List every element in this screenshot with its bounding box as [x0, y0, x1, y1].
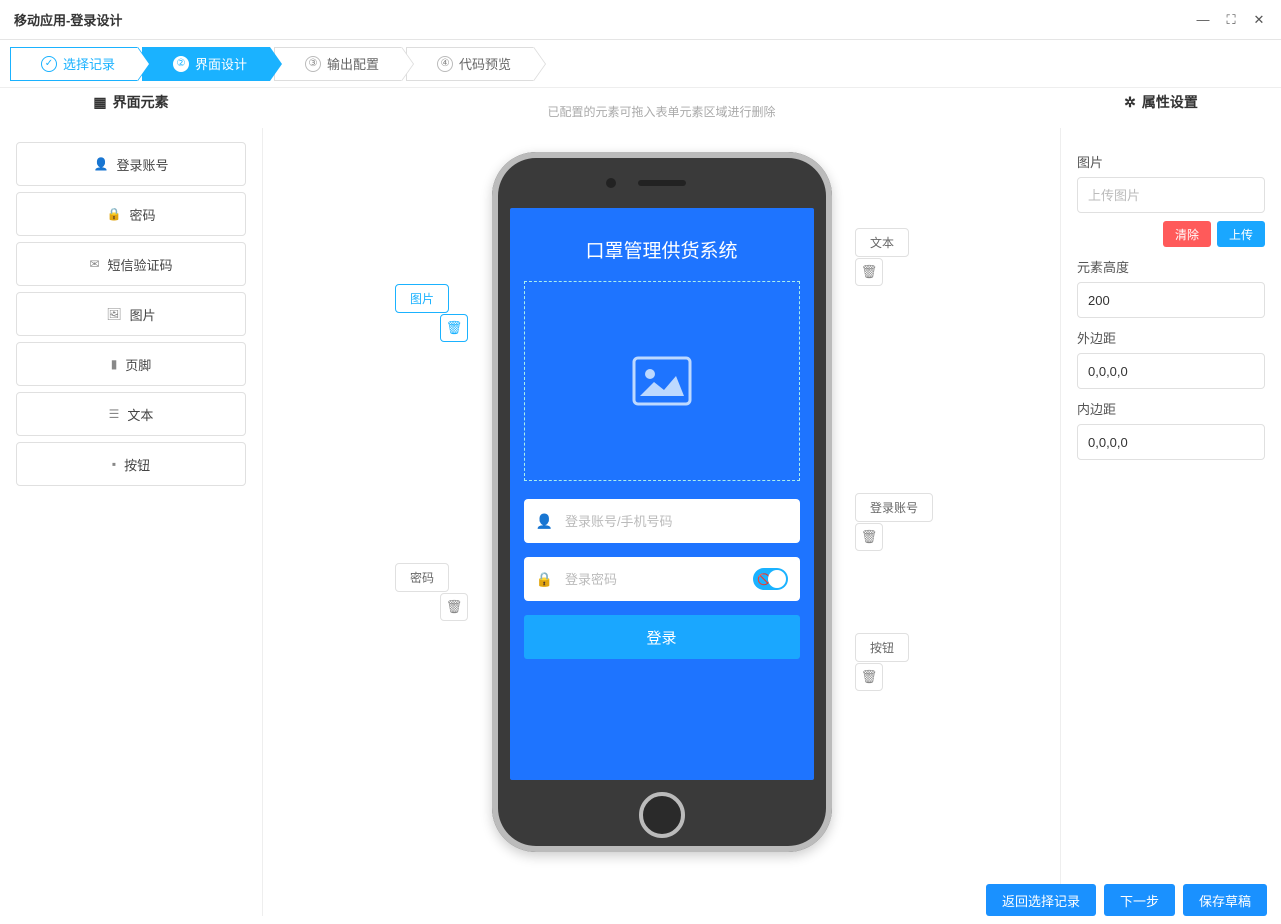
square-icon: ▪	[112, 457, 116, 471]
element-sms[interactable]: ✉短信验证码	[16, 242, 246, 286]
clear-button[interactable]: 清除	[1163, 221, 1211, 247]
step-number-icon: ③	[305, 56, 321, 72]
bookmark-icon: ▮	[111, 357, 118, 371]
phone-home-button	[639, 792, 685, 838]
wizard-steps: ✓ 选择记录 ② 界面设计 ③ 输出配置 ④ 代码预览	[0, 40, 1281, 88]
elements-panel: 👤登录账号 🔒密码 ✉短信验证码 🖼图片 ▮页脚 ☰文本 ▪按钮	[0, 128, 262, 916]
upload-path-input[interactable]	[1077, 177, 1265, 213]
login-account-input[interactable]	[565, 514, 788, 529]
tag-button[interactable]: 按钮	[855, 633, 909, 662]
padding-input[interactable]	[1077, 424, 1265, 460]
prop-margin-label: 外边距	[1077, 328, 1265, 347]
step-label: 界面设计	[195, 54, 247, 73]
maximize-icon[interactable]: ⛶	[1223, 12, 1239, 28]
window-title: 移动应用-登录设计	[14, 10, 122, 29]
step-code-preview[interactable]: ④ 代码预览	[406, 47, 534, 81]
delete-text-button[interactable]: 🗑	[855, 258, 883, 286]
left-panel-title: ▦ 界面元素	[0, 92, 262, 112]
step-ui-design[interactable]: ② 界面设计	[142, 47, 270, 81]
delete-account-button[interactable]: 🗑	[855, 523, 883, 551]
gear-icon: ✲	[1124, 94, 1136, 111]
content-area: 👤登录账号 🔒密码 ✉短信验证码 🖼图片 ▮页脚 ☰文本 ▪按钮 图片 🗑 密码…	[0, 128, 1281, 916]
delete-image-button[interactable]: 🗑	[440, 314, 468, 342]
step-select-record[interactable]: ✓ 选择记录	[10, 47, 138, 81]
close-icon[interactable]: ✕	[1251, 12, 1267, 28]
tag-password[interactable]: 密码	[395, 563, 449, 592]
image-placeholder-block[interactable]	[524, 281, 800, 481]
image-placeholder-icon	[632, 356, 692, 406]
user-icon: 👤	[536, 513, 553, 530]
step-output-config[interactable]: ③ 输出配置	[274, 47, 402, 81]
login-button[interactable]: 登录	[524, 615, 800, 659]
check-icon: ✓	[41, 56, 57, 72]
phone-frame: 口罩管理供货系统 👤 🔒 🚫	[492, 152, 832, 852]
back-button[interactable]: 返回选择记录	[986, 884, 1096, 916]
properties-panel: 图片 清除 上传 元素高度 外边距 内边距	[1061, 128, 1281, 916]
delete-password-button[interactable]: 🗑	[440, 593, 468, 621]
design-canvas: 图片 🗑 密码 🗑 文本 🗑 登录账号 🗑 按钮 🗑 口罩管理供货系统	[262, 128, 1061, 916]
element-text[interactable]: ☰文本	[16, 392, 246, 436]
user-icon: 👤	[94, 157, 109, 171]
element-password[interactable]: 🔒密码	[16, 192, 246, 236]
step-label: 代码预览	[459, 54, 511, 73]
prop-padding-label: 内边距	[1077, 399, 1265, 418]
delete-button-element[interactable]: 🗑	[855, 663, 883, 691]
element-login-account[interactable]: 👤登录账号	[16, 142, 246, 186]
footer-bar: 返回选择记录 下一步 保存草稿	[0, 876, 1281, 924]
image-icon: 🖼	[106, 307, 121, 321]
phone-camera	[606, 178, 616, 188]
phone-screen: 口罩管理供货系统 👤 🔒 🚫	[510, 208, 814, 780]
lock-icon: 🔒	[536, 571, 553, 588]
step-label: 选择记录	[63, 54, 115, 73]
password-visibility-toggle[interactable]: 🚫	[753, 568, 788, 590]
prop-height-label: 元素高度	[1077, 257, 1265, 276]
password-field[interactable]: 🔒 🚫	[524, 557, 800, 601]
step-number-icon: ④	[437, 56, 453, 72]
margin-input[interactable]	[1077, 353, 1265, 389]
password-input[interactable]	[565, 572, 741, 587]
element-footer[interactable]: ▮页脚	[16, 342, 246, 386]
save-draft-button[interactable]: 保存草稿	[1183, 884, 1267, 916]
phone-speaker	[638, 180, 686, 186]
app-title-text[interactable]: 口罩管理供货系统	[524, 228, 800, 281]
minimize-icon[interactable]: —	[1195, 12, 1211, 28]
list-icon: ☰	[109, 407, 120, 421]
height-input[interactable]	[1077, 282, 1265, 318]
lock-icon: 🔒	[107, 207, 122, 221]
titlebar: 移动应用-登录设计 — ⛶ ✕	[0, 0, 1281, 40]
right-panel-title: ✲ 属性设置	[1061, 92, 1261, 112]
step-label: 输出配置	[327, 54, 379, 73]
next-button[interactable]: 下一步	[1104, 884, 1175, 916]
tag-image[interactable]: 图片	[395, 284, 449, 313]
layout-icon: ▦	[93, 94, 106, 111]
login-account-field[interactable]: 👤	[524, 499, 800, 543]
prop-image-label: 图片	[1077, 152, 1265, 171]
section-header-row: ▦ 界面元素 已配置的元素可拖入表单元素区域进行删除 ✲ 属性设置	[0, 94, 1281, 128]
mail-icon: ✉	[89, 257, 99, 271]
tag-account[interactable]: 登录账号	[855, 493, 933, 522]
upload-button[interactable]: 上传	[1217, 221, 1265, 247]
element-button[interactable]: ▪按钮	[16, 442, 246, 486]
canvas-hint: 已配置的元素可拖入表单元素区域进行删除	[547, 103, 775, 120]
tag-text[interactable]: 文本	[855, 228, 909, 257]
step-number-icon: ②	[173, 56, 189, 72]
element-image[interactable]: 🖼图片	[16, 292, 246, 336]
